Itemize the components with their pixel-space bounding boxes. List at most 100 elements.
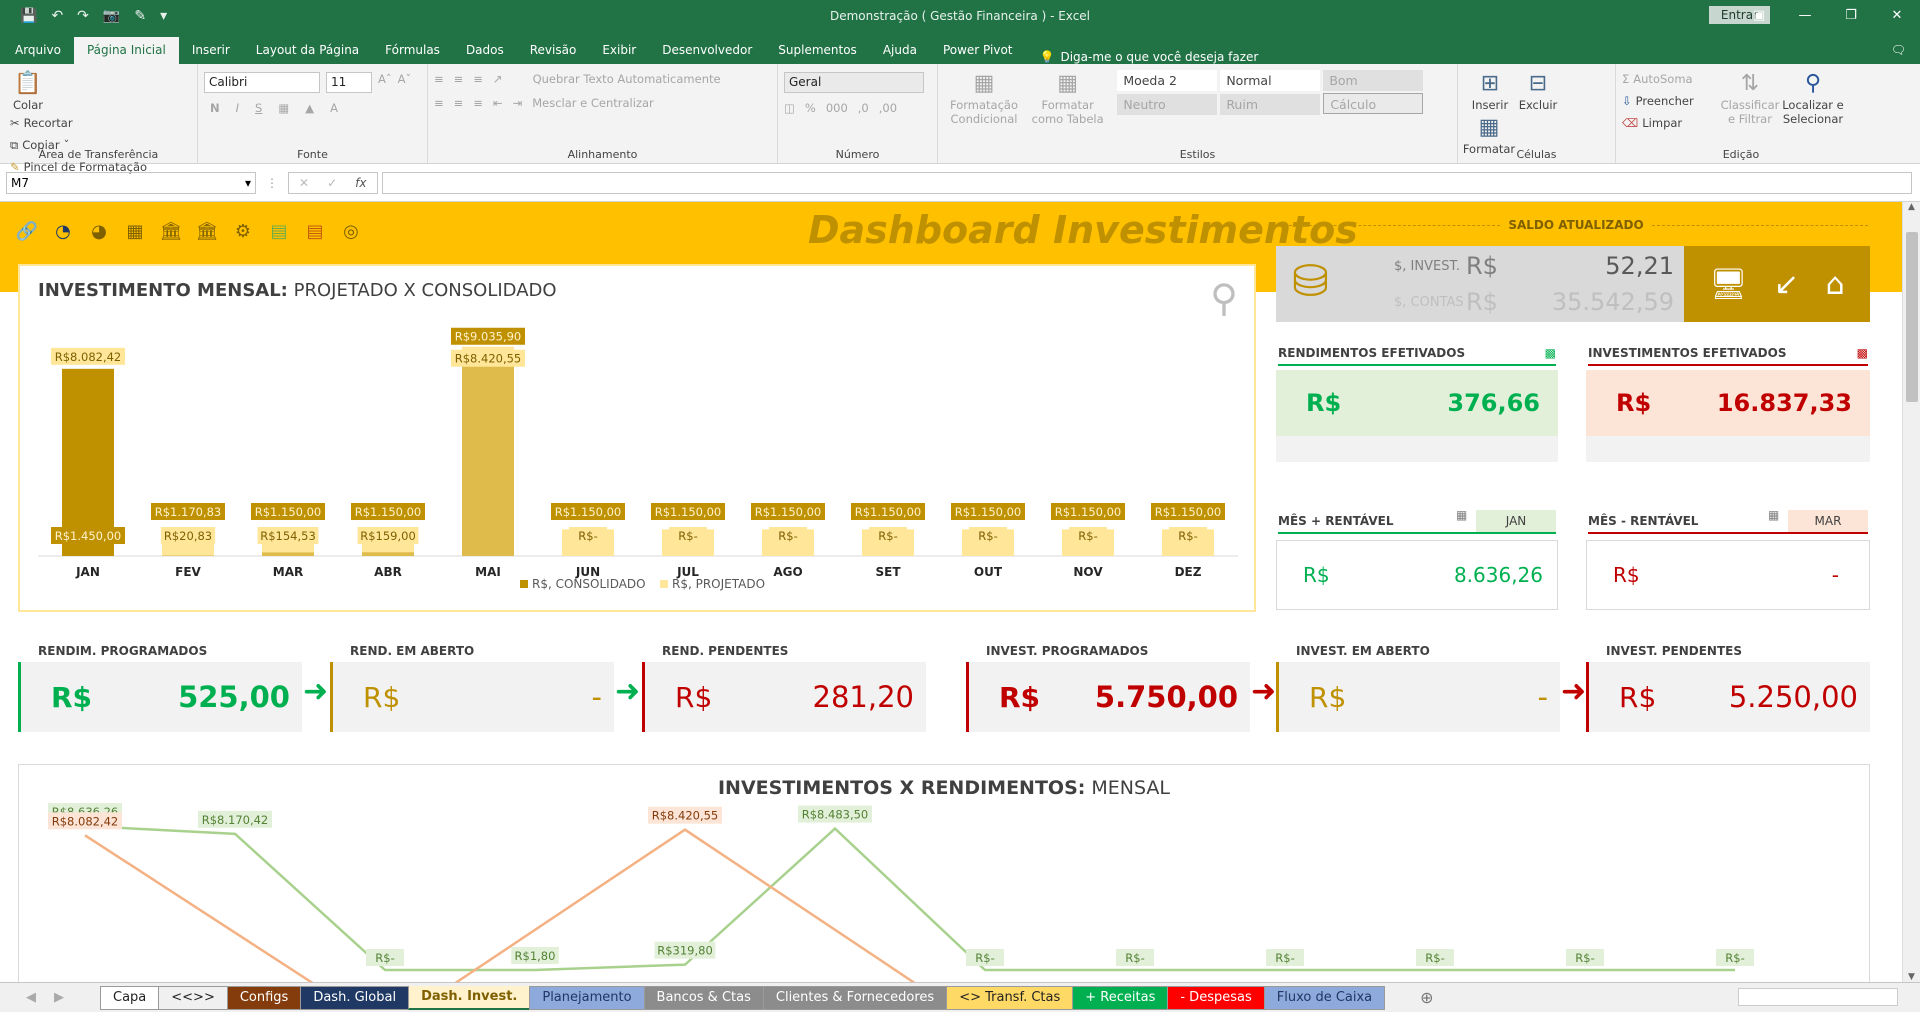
- cell-style-0[interactable]: Moeda 2: [1117, 70, 1218, 91]
- bold-icon[interactable]: N: [210, 101, 220, 115]
- ribbon-tab-8[interactable]: Desenvolvedor: [649, 37, 765, 64]
- align-top-icon[interactable]: ≡: [434, 72, 444, 86]
- cell-style-1[interactable]: Normal: [1220, 70, 1321, 91]
- feedback-icon[interactable]: 🗨: [1891, 37, 1906, 64]
- sheet-tab[interactable]: Fluxo de Caixa: [1263, 985, 1386, 1010]
- decrease-font-icon[interactable]: Aˇ: [398, 72, 412, 93]
- sheet-tab[interactable]: Capa: [100, 985, 160, 1010]
- ribbon-tab-2[interactable]: Inserir: [179, 37, 243, 64]
- money-icon[interactable]: ◎: [338, 218, 364, 244]
- sheet-tab[interactable]: Dash. Invest.: [408, 985, 531, 1010]
- tab-scroll-icons[interactable]: ◀▶: [0, 990, 100, 1005]
- scroll-down-icon[interactable]: ▼: [1903, 972, 1920, 982]
- cancel-icon[interactable]: ✕: [299, 176, 309, 190]
- thousands-icon[interactable]: 000: [826, 101, 848, 115]
- ribbon-tab-4[interactable]: Fórmulas: [372, 37, 453, 64]
- increase-indent-icon[interactable]: ⇥: [513, 96, 523, 110]
- sheet-tab[interactable]: <<>>: [158, 985, 228, 1010]
- percent-icon[interactable]: %: [805, 101, 816, 115]
- align-middle-icon[interactable]: ≡: [454, 72, 464, 86]
- clear-button[interactable]: ⌫ Limpar: [1622, 112, 1722, 134]
- insert-cells-button[interactable]: ⊞ Inserir: [1464, 68, 1516, 113]
- link-icon[interactable]: 🔗: [14, 218, 40, 244]
- function-icon[interactable]: fx: [355, 176, 366, 190]
- decimal-decrease-icon[interactable]: ,00: [879, 101, 897, 115]
- people-icon[interactable]: ⚙: [230, 218, 256, 244]
- customize-qat-icon[interactable]: ▾: [160, 8, 167, 24]
- vertical-scrollbar[interactable]: ▲ ▼: [1902, 202, 1920, 982]
- ribbon-tab-0[interactable]: Arquivo: [2, 37, 74, 64]
- redo-icon[interactable]: ↷: [77, 8, 89, 24]
- cell-style-4[interactable]: Ruim: [1220, 94, 1321, 115]
- orientation-icon[interactable]: ↗: [493, 72, 503, 86]
- merge-center-button[interactable]: Mesclar e Centralizar: [532, 96, 654, 110]
- ribbon-tab-6[interactable]: Revisão: [517, 37, 590, 64]
- autosum-button[interactable]: Σ AutoSoma: [1622, 68, 1722, 90]
- align-bottom-icon[interactable]: ≡: [473, 72, 483, 86]
- ribbon-tab-1[interactable]: Página Inicial: [73, 37, 179, 64]
- find-select-button[interactable]: ⚲ Localizar e Selecionar: [1778, 68, 1848, 127]
- ribbon-tab-7[interactable]: Exibir: [589, 37, 649, 64]
- document-icon[interactable]: ▤: [266, 218, 292, 244]
- pie-chart-icon[interactable]: ◔: [50, 218, 76, 244]
- paste-button[interactable]: 📋 Colar: [6, 68, 50, 113]
- export-icon[interactable]: ↙: [1774, 267, 1799, 302]
- ribbon-tab-11[interactable]: Power Pivot: [930, 37, 1026, 64]
- camera-icon[interactable]: 📷: [103, 8, 120, 24]
- sheet-tab[interactable]: Bancos & Ctas: [643, 985, 764, 1010]
- decimal-increase-icon[interactable]: ,0: [858, 101, 869, 115]
- fill-color-icon[interactable]: ▲: [305, 101, 314, 115]
- sheet-tab[interactable]: Configs: [226, 985, 302, 1010]
- bank-alt-icon[interactable]: 🏛: [194, 218, 220, 244]
- sheet-tab[interactable]: <> Transf. Ctas: [946, 985, 1074, 1010]
- scroll-up-icon[interactable]: ▲: [1903, 202, 1920, 212]
- ribbon-tab-9[interactable]: Suplementos: [765, 37, 870, 64]
- restore-icon[interactable]: ❐: [1828, 0, 1874, 31]
- sheet-tab[interactable]: - Despesas: [1167, 985, 1265, 1010]
- font-name-select[interactable]: Calibri: [204, 72, 320, 93]
- font-size-select[interactable]: 11: [326, 72, 372, 93]
- sheet-tab[interactable]: Dash. Global: [300, 985, 410, 1010]
- decrease-indent-icon[interactable]: ⇤: [493, 96, 503, 110]
- italic-icon[interactable]: I: [236, 101, 239, 115]
- format-as-table-button[interactable]: ▦ Formatar como Tabela: [1028, 68, 1108, 127]
- receipt-icon[interactable]: ▤: [302, 218, 328, 244]
- minimize-icon[interactable]: —: [1782, 0, 1828, 31]
- ribbon-tab-5[interactable]: Dados: [453, 37, 517, 64]
- align-left-icon[interactable]: ≡: [434, 96, 444, 110]
- conditional-format-button[interactable]: ▦ Formatação Condicional: [944, 68, 1024, 127]
- sort-filter-button[interactable]: ⇅ Classificar e Filtrar: [1721, 68, 1780, 127]
- number-format-select[interactable]: Geral: [784, 72, 924, 93]
- formula-input[interactable]: [382, 171, 1912, 194]
- add-sheet-icon[interactable]: ⊕: [1420, 988, 1433, 1007]
- save-icon[interactable]: 💾: [20, 8, 37, 24]
- wrap-text-button[interactable]: Quebrar Texto Automaticamente: [533, 72, 721, 86]
- cell-style-3[interactable]: Neutro: [1117, 94, 1218, 115]
- cell-style-5[interactable]: Cálculo: [1323, 93, 1424, 114]
- scroll-thumb[interactable]: [1906, 232, 1918, 402]
- undo-icon[interactable]: ↶: [51, 8, 63, 24]
- sheet-tab[interactable]: Clientes & Fornecedores: [762, 985, 948, 1010]
- sheet-tab[interactable]: + Receitas: [1072, 985, 1169, 1010]
- underline-icon[interactable]: S: [255, 101, 262, 115]
- tell-me-box[interactable]: 💡 Diga-me o que você deseja fazer: [1040, 50, 1259, 64]
- currency-icon[interactable]: ◫: [784, 101, 795, 115]
- borders-icon[interactable]: ▦: [278, 101, 289, 115]
- brush-icon[interactable]: ✎: [134, 8, 146, 24]
- delete-cells-button[interactable]: ⊟ Excluir: [1516, 68, 1560, 113]
- ribbon-tab-3[interactable]: Layout da Página: [243, 37, 372, 64]
- home-icon[interactable]: ⌂: [1826, 267, 1845, 302]
- ribbon-tab-10[interactable]: Ajuda: [870, 37, 930, 64]
- close-icon[interactable]: ✕: [1874, 0, 1920, 31]
- ribbon-display-icon[interactable]: ▣: [1736, 0, 1782, 31]
- increase-font-icon[interactable]: Aˆ: [378, 72, 392, 93]
- sheet-tab[interactable]: Planejamento: [529, 985, 645, 1010]
- pie-chart-alt-icon[interactable]: ◕: [86, 218, 112, 244]
- font-color-icon[interactable]: A: [330, 101, 338, 115]
- align-right-icon[interactable]: ≡: [473, 96, 483, 110]
- cell-style-2[interactable]: Bom: [1323, 70, 1424, 91]
- monitor-icon[interactable]: 🖥: [1709, 267, 1747, 302]
- horizontal-scrollbar[interactable]: [1738, 988, 1898, 1006]
- align-center-icon[interactable]: ≡: [454, 96, 464, 110]
- fill-button[interactable]: ⇩ Preencher: [1622, 90, 1722, 112]
